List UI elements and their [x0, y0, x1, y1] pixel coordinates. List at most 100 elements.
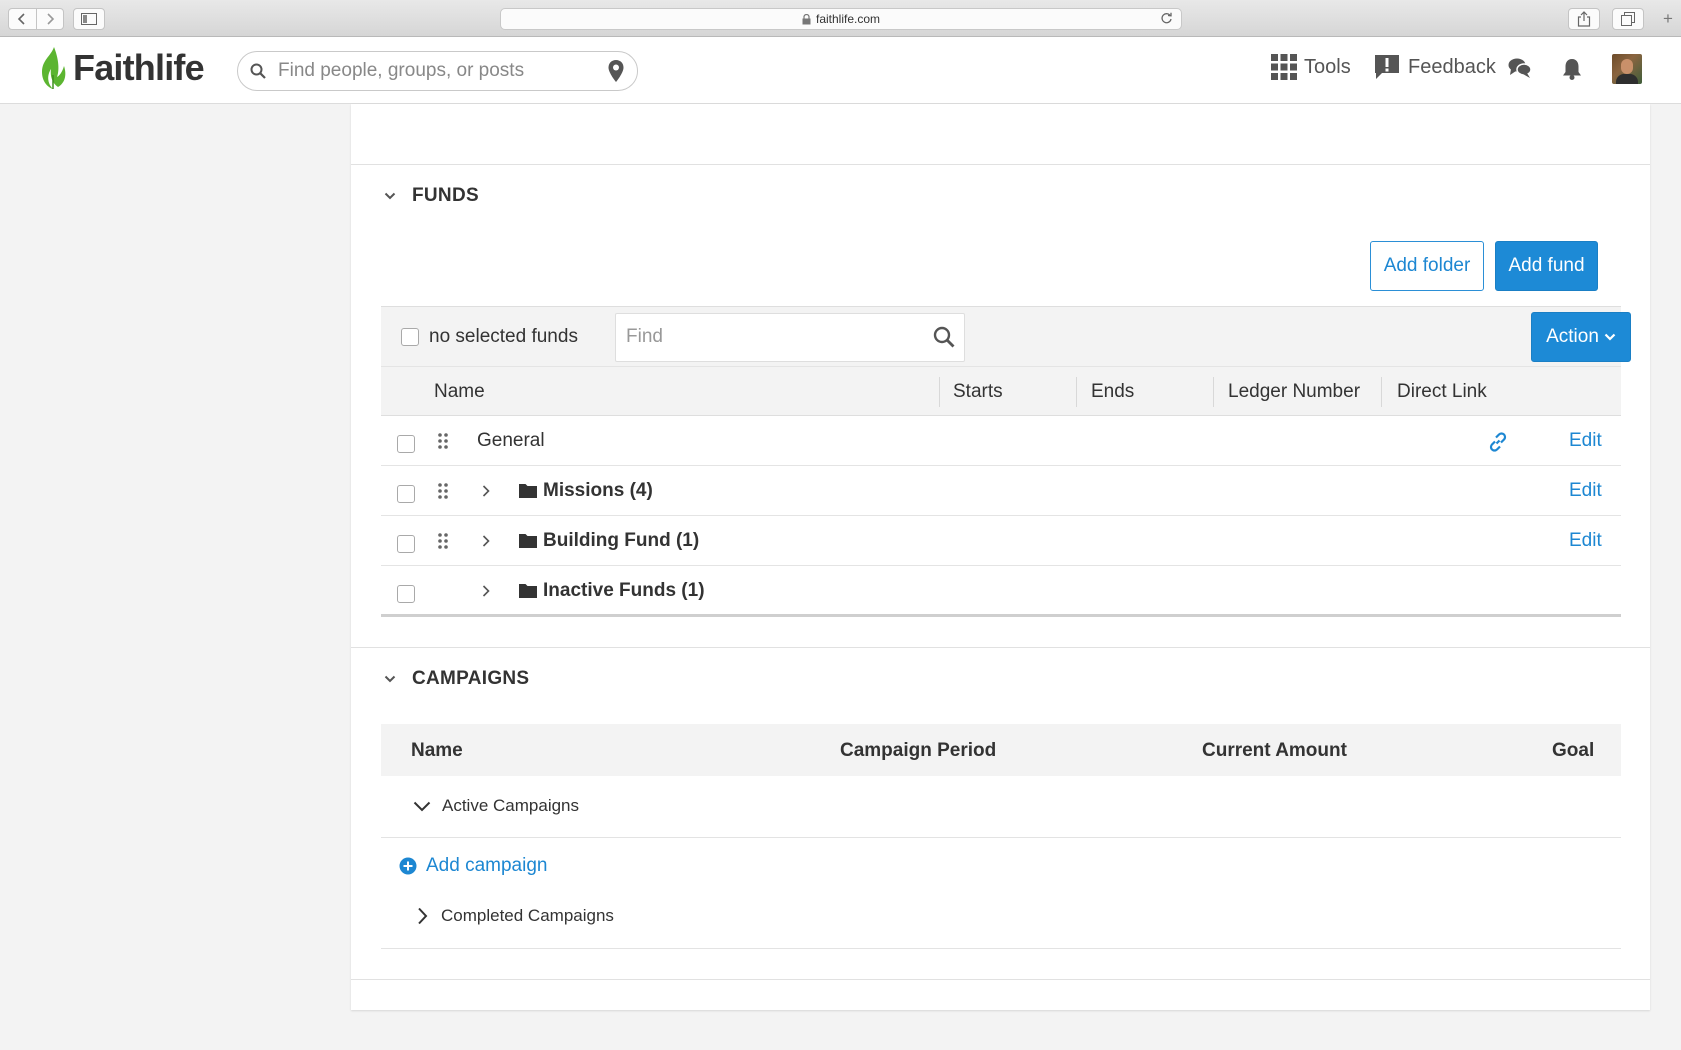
row-checkbox[interactable] — [397, 435, 415, 453]
selection-status: no selected funds — [429, 326, 578, 347]
edit-link[interactable]: Edit — [1569, 430, 1602, 452]
column-header-campaign-period[interactable]: Campaign Period — [840, 740, 996, 762]
location-pin-icon[interactable] — [607, 59, 625, 83]
plus-circle-icon — [399, 857, 417, 875]
fund-name[interactable]: General — [477, 430, 545, 452]
global-search[interactable] — [237, 51, 638, 91]
site-header: Faithlife Tools Feedback — [0, 37, 1681, 104]
back-icon — [18, 13, 25, 25]
add-folder-button[interactable]: Add folder — [1370, 241, 1484, 291]
forward-icon — [47, 13, 54, 25]
table-row: Missions (4) Edit — [381, 466, 1621, 516]
faithlife-logo[interactable]: Faithlife — [38, 45, 205, 91]
funds-table-header: Name Starts Ends Ledger Number Direct Li… — [381, 366, 1621, 416]
folder-icon — [519, 484, 537, 498]
global-search-input[interactable] — [278, 60, 607, 82]
funds-find-input[interactable] — [626, 326, 926, 348]
table-row: Building Fund (1) Edit — [381, 516, 1621, 566]
search-icon — [250, 63, 266, 79]
column-divider — [939, 377, 940, 407]
campaigns-section-header[interactable]: CAMPAIGNS — [384, 668, 529, 690]
forward-button[interactable] — [35, 9, 64, 29]
bottom-divider — [351, 979, 1650, 980]
search-icon[interactable] — [933, 326, 955, 348]
group-divider — [381, 948, 1621, 949]
row-checkbox[interactable] — [397, 585, 415, 603]
show-tabs-button[interactable] — [1612, 8, 1644, 30]
funds-toolbar: no selected funds Action — [381, 306, 1631, 366]
folder-icon — [519, 584, 537, 598]
drag-handle-icon[interactable] — [438, 533, 448, 549]
lock-icon — [802, 13, 811, 25]
action-menu-button[interactable]: Action — [1531, 312, 1631, 362]
chevron-down-icon — [1604, 333, 1616, 341]
chevron-down-icon — [384, 192, 396, 200]
chevron-down-icon — [384, 675, 396, 683]
edit-link[interactable]: Edit — [1569, 530, 1602, 552]
chevron-down-icon — [413, 801, 431, 812]
folder-name[interactable]: Missions (4) — [543, 480, 653, 502]
chevron-right-icon[interactable] — [481, 583, 491, 599]
tools-menu[interactable]: Tools — [1271, 54, 1351, 80]
add-campaign-button[interactable]: Add campaign — [399, 855, 547, 877]
active-campaigns-group[interactable]: Active Campaigns — [381, 794, 1621, 818]
folder-icon — [519, 534, 537, 548]
row-checkbox[interactable] — [397, 535, 415, 553]
row-checkbox[interactable] — [397, 485, 415, 503]
chevron-right-icon[interactable] — [481, 533, 491, 549]
feedback-button[interactable]: Feedback — [1374, 54, 1496, 80]
column-header-current-amount[interactable]: Current Amount — [1202, 740, 1347, 762]
tools-label: Tools — [1304, 55, 1351, 78]
share-icon — [1577, 11, 1591, 27]
sidebar-toggle-button[interactable] — [73, 8, 105, 30]
share-button[interactable] — [1568, 8, 1600, 30]
address-bar[interactable]: faithlife.com — [500, 8, 1182, 30]
chevron-right-icon[interactable] — [481, 483, 491, 499]
funds-find-box[interactable] — [615, 313, 965, 362]
tabs-icon — [1621, 12, 1635, 26]
folder-name[interactable]: Inactive Funds (1) — [543, 580, 705, 602]
column-header-name[interactable]: Name — [411, 740, 463, 762]
avatar[interactable] — [1612, 54, 1642, 84]
browser-toolbar: faithlife.com + — [0, 0, 1681, 37]
select-all-checkbox[interactable] — [401, 328, 419, 346]
column-header-name[interactable]: Name — [434, 381, 485, 403]
add-campaign-label: Add campaign — [426, 855, 548, 876]
column-header-ends[interactable]: Ends — [1091, 381, 1134, 403]
campaigns-title: CAMPAIGNS — [412, 668, 530, 689]
column-divider — [1213, 377, 1214, 407]
table-row: Inactive Funds (1) — [381, 566, 1621, 616]
new-tab-button[interactable]: + — [1657, 8, 1679, 30]
notifications-button[interactable] — [1561, 57, 1583, 81]
chevron-right-icon — [417, 907, 428, 925]
active-campaigns-label: Active Campaigns — [442, 796, 580, 815]
folder-name[interactable]: Building Fund (1) — [543, 530, 699, 552]
completed-campaigns-group[interactable]: Completed Campaigns — [381, 904, 1621, 928]
column-header-starts[interactable]: Starts — [953, 381, 1003, 403]
messages-button[interactable] — [1508, 57, 1532, 79]
reload-icon[interactable] — [1160, 12, 1173, 25]
completed-campaigns-label: Completed Campaigns — [441, 906, 614, 925]
column-divider — [1076, 377, 1077, 407]
link-icon[interactable] — [1487, 431, 1509, 453]
add-fund-button[interactable]: Add fund — [1495, 241, 1598, 291]
column-header-ledger-number[interactable]: Ledger Number — [1228, 381, 1360, 403]
drag-handle-icon[interactable] — [438, 483, 448, 499]
logo-text: Faithlife — [73, 47, 205, 88]
drag-handle-icon[interactable] — [438, 433, 448, 449]
back-button[interactable] — [9, 9, 36, 29]
avatar-face — [1621, 59, 1633, 74]
table-row: General Edit — [381, 416, 1621, 466]
grid-icon — [1271, 54, 1297, 80]
column-header-goal[interactable]: Goal — [1552, 740, 1594, 762]
history-nav — [8, 8, 64, 30]
column-divider — [1381, 377, 1382, 407]
column-header-direct-link[interactable]: Direct Link — [1397, 381, 1487, 403]
chat-icon — [1508, 58, 1532, 78]
feedback-label: Feedback — [1408, 55, 1496, 78]
funds-title: FUNDS — [412, 185, 479, 206]
funds-section-header[interactable]: FUNDS — [384, 185, 479, 207]
bell-icon — [1563, 59, 1581, 80]
edit-link[interactable]: Edit — [1569, 480, 1602, 502]
funds-table-bottom-border — [381, 614, 1621, 617]
